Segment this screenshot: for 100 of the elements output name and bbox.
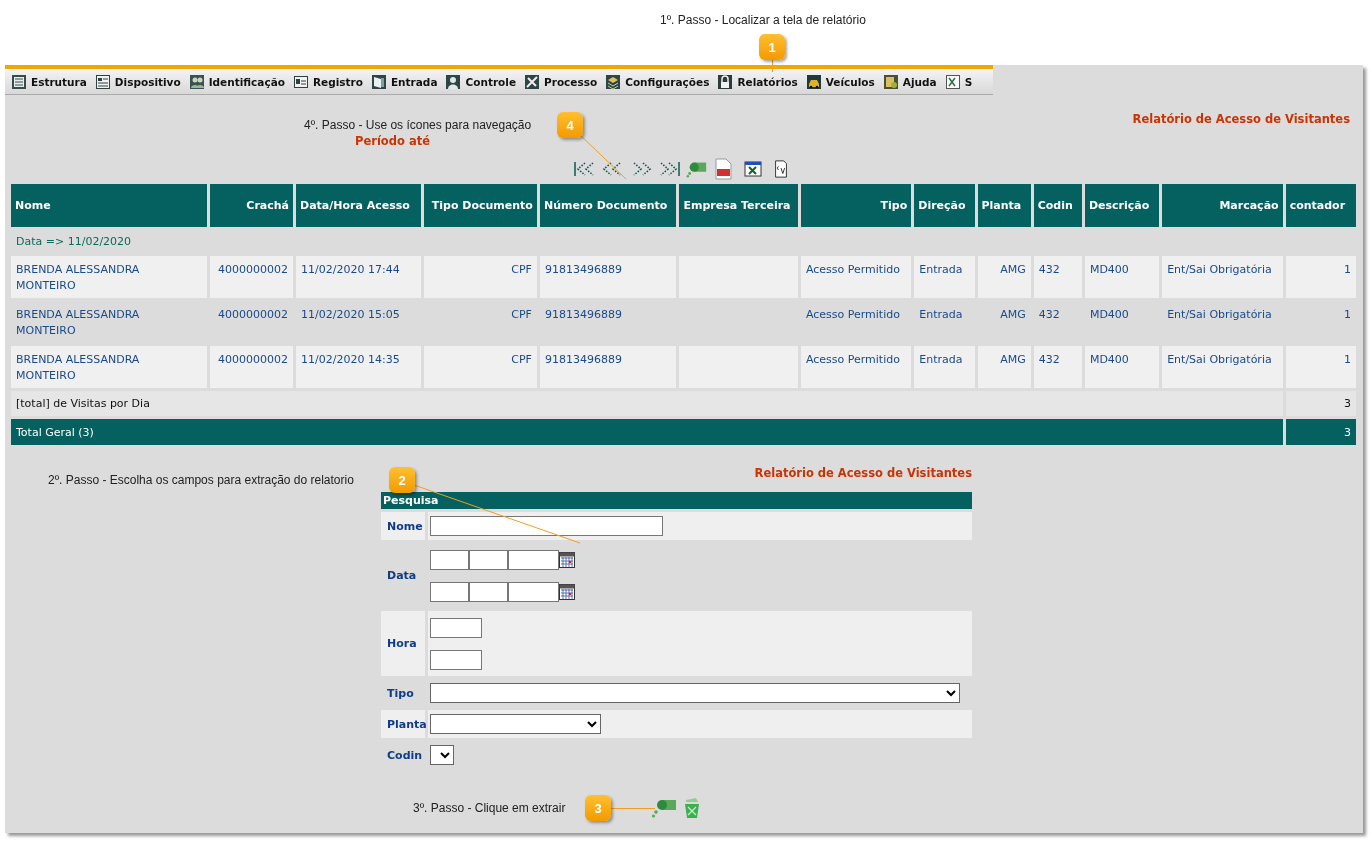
table-cell: Entrada [914,346,975,388]
column-header[interactable]: contador [1285,184,1356,227]
car-icon [805,73,822,90]
card-icon [292,73,309,90]
group-row-text: Data => 11/02/2020 [15,234,133,250]
lock-icon [717,73,734,90]
form-title: Relatório de Acesso de Visitantes [754,466,972,482]
menu-item[interactable]: Identificação [188,73,285,90]
table-cell: 11/02/2020 17:44 [296,256,421,298]
list-icon [11,73,27,90]
leader-line [610,808,656,809]
table-cell: 91813496889 [539,346,677,388]
column-header[interactable]: Planta [977,184,1031,227]
dropdown[interactable] [430,745,454,765]
step-note: 1º. Passo - Localizar a tela de relatório [660,13,866,27]
column-header[interactable]: Empresa Terceira [679,184,798,227]
column-header[interactable]: Nome [11,184,207,227]
year-field[interactable] [508,581,559,602]
field-label: Data [386,568,418,584]
menu-item[interactable]: Processo [524,73,598,90]
table-cell: BRENDA ALESSANDRA MONTEIRO [11,256,207,298]
table-cell: Ent/Sai Obrigatória [1162,256,1283,298]
step-badge: 3 [585,795,611,821]
grand-total-value: 3 [1285,419,1356,445]
window-icon [370,73,387,90]
step-note: 3º. Passo - Clique em extrair [413,801,566,815]
column-header[interactable]: Descrição [1084,184,1160,227]
menu-item[interactable]: Estrutura [11,73,87,90]
table-cell: Acesso Permitido [800,346,912,388]
table-cell: 1 [1285,346,1356,388]
people-icon [188,73,205,90]
column-header[interactable]: Tipo Documento [423,184,537,227]
end-time-field[interactable] [430,649,482,670]
menu-item[interactable]: Dispositivo [94,73,181,90]
menu-item[interactable]: Registro [292,73,363,90]
calendar-icon[interactable] [559,583,575,600]
menu-item[interactable]: S [944,73,973,90]
table-cell: 432 [1033,256,1082,298]
table-cell: 4000000002 [209,256,294,298]
menu-item[interactable]: Configurações [605,73,710,90]
table-cell: MD400 [1084,346,1160,388]
pdf-file-icon[interactable] [712,158,734,180]
table-cell: CPF [423,256,537,298]
column-header[interactable]: Marcação [1162,184,1283,227]
table-cell: Ent/Sai Obrigatória [1162,346,1283,388]
menu-item[interactable]: Entrada [370,73,438,90]
spreadsheet-icon[interactable] [744,160,762,178]
menu-item[interactable]: Controle [445,73,516,90]
step-note: 4º. Passo - Use os ícones para navegação [304,118,532,132]
table-cell: Entrada [914,256,975,298]
table-cell: AMG [977,256,1031,298]
year-field[interactable] [508,549,559,570]
stack-icon [605,73,622,90]
column-header[interactable]: Crachá [209,184,294,227]
month-field[interactable] [469,549,508,570]
table-cell: 432 [1033,346,1082,388]
calendar-icon[interactable] [559,551,575,568]
table-cell: MD400 [1084,256,1160,298]
menu-item[interactable]: Ajuda [882,73,937,90]
step-badge: 4 [557,112,583,138]
field-label: Planta [381,710,425,738]
period-label: Período até [355,134,430,149]
day-total-value: 3 [1285,391,1356,416]
field-label: Codin [386,747,424,764]
table-cell: 91813496889 [539,256,677,298]
month-field[interactable] [469,581,508,602]
form-icon [94,73,111,90]
form-header: Pesquisa [381,492,972,509]
start-time-field[interactable] [430,617,482,638]
field-label: Tipo [386,685,415,702]
table-cell: Acesso Permitido [800,256,912,298]
column-header[interactable]: Codin [1033,184,1082,227]
day-total-label: [total] de Visitas por Dia [11,391,1283,416]
step-note: 2º. Passo - Escolha os campos para extração do relatorio [48,473,354,487]
day-field[interactable] [430,581,469,602]
step-badge: 1 [759,34,785,60]
column-header[interactable]: Tipo [800,184,912,227]
input-field[interactable] [430,516,663,536]
field-label: Hora [381,611,425,676]
table-cell: CPF [423,346,537,388]
table-cell: 1 [1285,256,1356,298]
table-cell: BRENDA ALESSANDRA MONTEIRO [11,346,207,388]
report-title: Relatório de Acesso de Visitantes [1132,112,1350,127]
extract-icon[interactable] [651,797,677,819]
document-icon[interactable] [772,160,790,178]
column-header[interactable]: Data/Hora Acesso [296,184,421,227]
menu-item[interactable]: Relatórios [717,73,798,90]
table-cell: 4000000002 [209,346,294,388]
field-label: Nome [381,512,425,540]
column-header[interactable]: Número Documento [539,184,677,227]
person-icon [445,73,462,90]
column-header[interactable]: Direção [914,184,975,227]
menu-item[interactable]: Veículos [805,73,875,90]
table-cell: AMG [977,346,1031,388]
grand-total-label: Total Geral (3) [11,419,1283,445]
day-field[interactable] [430,549,469,570]
step-badge: 2 [389,467,415,493]
sheet-icon [944,73,961,90]
book-icon [882,73,899,90]
table-cell: 11/02/2020 14:35 [296,346,421,388]
